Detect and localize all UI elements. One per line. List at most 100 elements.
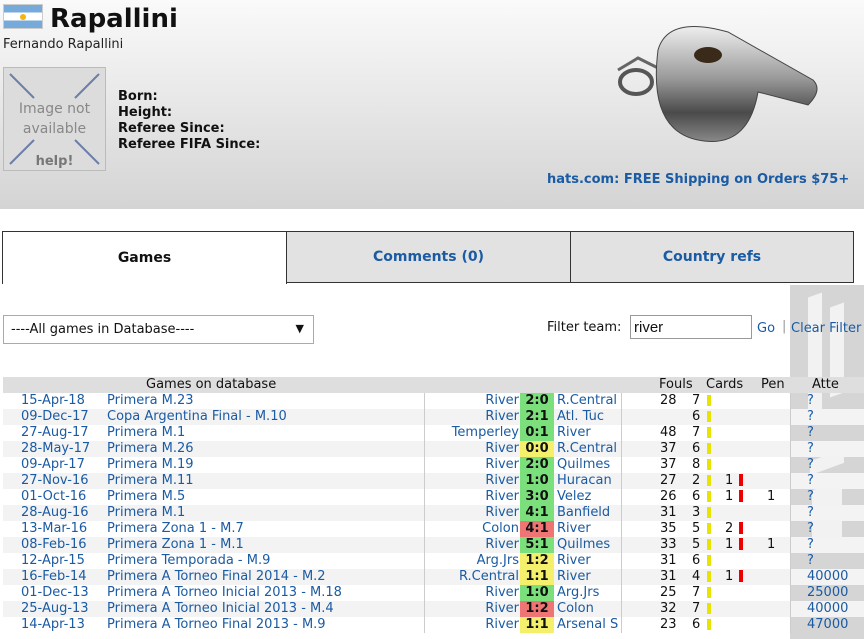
go-button[interactable]: Go	[757, 321, 775, 336]
away-team-link[interactable]: River	[557, 425, 591, 441]
match-date[interactable]: 09-Apr-17	[21, 457, 85, 473]
match-competition-link[interactable]: Primera M.11	[107, 473, 194, 489]
ad-link[interactable]: hats.com: FREE Shipping on Orders $75+	[547, 172, 849, 187]
attendance-link[interactable]: ?	[807, 505, 814, 521]
match-date[interactable]: 08-Feb-16	[21, 537, 86, 553]
away-team-link[interactable]: R.Central	[557, 441, 617, 457]
home-team-link[interactable]: River	[485, 617, 519, 633]
attendance-link[interactable]: ?	[807, 457, 814, 473]
clear-filter-link[interactable]: Clear Filter	[791, 321, 861, 336]
table-row: 25-Aug-13 Primera A Torneo Inicial 2013 -…	[3, 601, 864, 617]
match-competition-link[interactable]: Primera M.23	[107, 393, 194, 409]
match-competition-link[interactable]: Primera M.19	[107, 457, 194, 473]
match-competition-link[interactable]: Primera Zona 1 - M.7	[107, 521, 244, 537]
home-team-link[interactable]: River	[485, 457, 519, 473]
home-team-link[interactable]: River	[485, 601, 519, 617]
yellow-card-icon	[707, 443, 711, 454]
match-date[interactable]: 15-Apr-18	[21, 393, 85, 409]
home-team-link[interactable]: River	[485, 409, 519, 425]
home-team-link[interactable]: River	[485, 585, 519, 601]
referee-full-name: Fernando Rapallini	[3, 37, 124, 52]
yellow-cards-count: 8	[692, 457, 701, 472]
attendance-link[interactable]: ?	[807, 537, 814, 553]
red-cards-count: 1	[725, 489, 734, 504]
away-team-link[interactable]: Quilmes	[557, 457, 610, 473]
yellow-card-icon	[707, 571, 711, 582]
away-team-link[interactable]: Arsenal S	[557, 617, 618, 633]
match-date[interactable]: 25-Aug-13	[21, 601, 89, 617]
away-team-link[interactable]: Arg.Jrs	[557, 585, 599, 601]
home-team-link[interactable]: River	[485, 489, 519, 505]
match-competition-link[interactable]: Primera A Torneo Inicial 2013 - M.18	[107, 585, 342, 601]
match-competition-link[interactable]: Copa Argentina Final - M.10	[107, 409, 287, 425]
attendance-link[interactable]: ?	[807, 473, 814, 489]
away-team-link[interactable]: River	[557, 521, 591, 537]
home-team-link[interactable]: Temperley	[452, 425, 519, 441]
match-competition-link[interactable]: Primera M.1	[107, 425, 185, 441]
match-date[interactable]: 27-Nov-16	[21, 473, 89, 489]
whistle-ad-image[interactable]	[598, 10, 828, 160]
match-date[interactable]: 01-Oct-16	[21, 489, 86, 505]
away-team-link[interactable]: Colon	[557, 601, 594, 617]
red-cards-count: 1	[725, 569, 734, 584]
match-date[interactable]: 01-Dec-13	[21, 585, 89, 601]
attendance-link[interactable]: ?	[807, 441, 814, 457]
attendance-link[interactable]: 40000	[807, 569, 848, 585]
home-team-link[interactable]: River	[485, 505, 519, 521]
match-competition-link[interactable]: Primera Zona 1 - M.1	[107, 537, 244, 553]
match-competition-link[interactable]: Primera M.1	[107, 505, 185, 521]
yellow-cards-count: 5	[692, 521, 701, 536]
home-team-link[interactable]: River	[485, 473, 519, 489]
away-team-link[interactable]: Atl. Tuc	[557, 409, 604, 425]
filter-team-input[interactable]	[630, 315, 752, 339]
home-team-link[interactable]: River	[485, 393, 519, 409]
table-row: 28-May-17 Primera M.26 River 0:0 R.Central 37…	[3, 441, 864, 457]
match-date[interactable]: 14-Apr-13	[21, 617, 85, 633]
away-team-link[interactable]: Velez	[557, 489, 591, 505]
referee-photo-placeholder[interactable]: Image not available help!	[3, 67, 106, 171]
match-date[interactable]: 28-Aug-16	[21, 505, 89, 521]
attendance-link[interactable]: ?	[807, 425, 814, 441]
match-competition-link[interactable]: Primera Temporada - M.9	[107, 553, 270, 569]
yellow-cards-count: 7	[692, 393, 701, 408]
fouls-count: 32	[660, 601, 677, 616]
attendance-link[interactable]: 40000	[807, 601, 848, 617]
yellow-cards-count: 7	[692, 585, 701, 600]
match-competition-link[interactable]: Primera A Torneo Final 2013 - M.9	[107, 617, 326, 633]
tab-games[interactable]: Games	[2, 231, 287, 284]
home-team-link[interactable]: River	[485, 441, 519, 457]
attendance-link[interactable]: 25000	[807, 585, 848, 601]
away-team-link[interactable]: R.Central	[557, 393, 617, 409]
yellow-cards-count: 6	[692, 553, 701, 568]
home-team-link[interactable]: River	[485, 537, 519, 553]
photo-help-link[interactable]: help!	[4, 154, 105, 169]
away-team-link[interactable]: Quilmes	[557, 537, 610, 553]
game-source-select[interactable]: ----All games in Database---- ▼	[3, 315, 314, 344]
match-competition-link[interactable]: Primera A Torneo Inicial 2013 - M.4	[107, 601, 334, 617]
tab-country-refs[interactable]: Country refs	[570, 231, 854, 283]
match-date[interactable]: 28-May-17	[21, 441, 90, 457]
attendance-link[interactable]: ?	[807, 393, 814, 409]
home-team-link[interactable]: Colon	[482, 521, 519, 537]
match-competition-link[interactable]: Primera A Torneo Final 2014 - M.2	[107, 569, 326, 585]
match-date[interactable]: 16-Feb-14	[21, 569, 86, 585]
match-date[interactable]: 09-Dec-17	[21, 409, 89, 425]
home-team-link[interactable]: Arg.Jrs	[477, 553, 519, 569]
match-date[interactable]: 12-Apr-15	[21, 553, 85, 569]
match-competition-link[interactable]: Primera M.5	[107, 489, 185, 505]
attendance-link[interactable]: 47000	[807, 617, 848, 633]
away-team-link[interactable]: Banfield	[557, 505, 610, 521]
attendance-link[interactable]: ?	[807, 553, 814, 569]
attendance-link[interactable]: ?	[807, 521, 814, 537]
home-team-link[interactable]: R.Central	[459, 569, 519, 585]
away-team-link[interactable]: River	[557, 569, 591, 585]
column-divider	[790, 393, 791, 633]
attendance-link[interactable]: ?	[807, 409, 814, 425]
match-date[interactable]: 27-Aug-17	[21, 425, 89, 441]
tab-comments[interactable]: Comments (0)	[286, 231, 571, 283]
match-date[interactable]: 13-Mar-16	[21, 521, 87, 537]
attendance-link[interactable]: ?	[807, 489, 814, 505]
away-team-link[interactable]: River	[557, 553, 591, 569]
match-competition-link[interactable]: Primera M.26	[107, 441, 194, 457]
away-team-link[interactable]: Huracan	[557, 473, 612, 489]
